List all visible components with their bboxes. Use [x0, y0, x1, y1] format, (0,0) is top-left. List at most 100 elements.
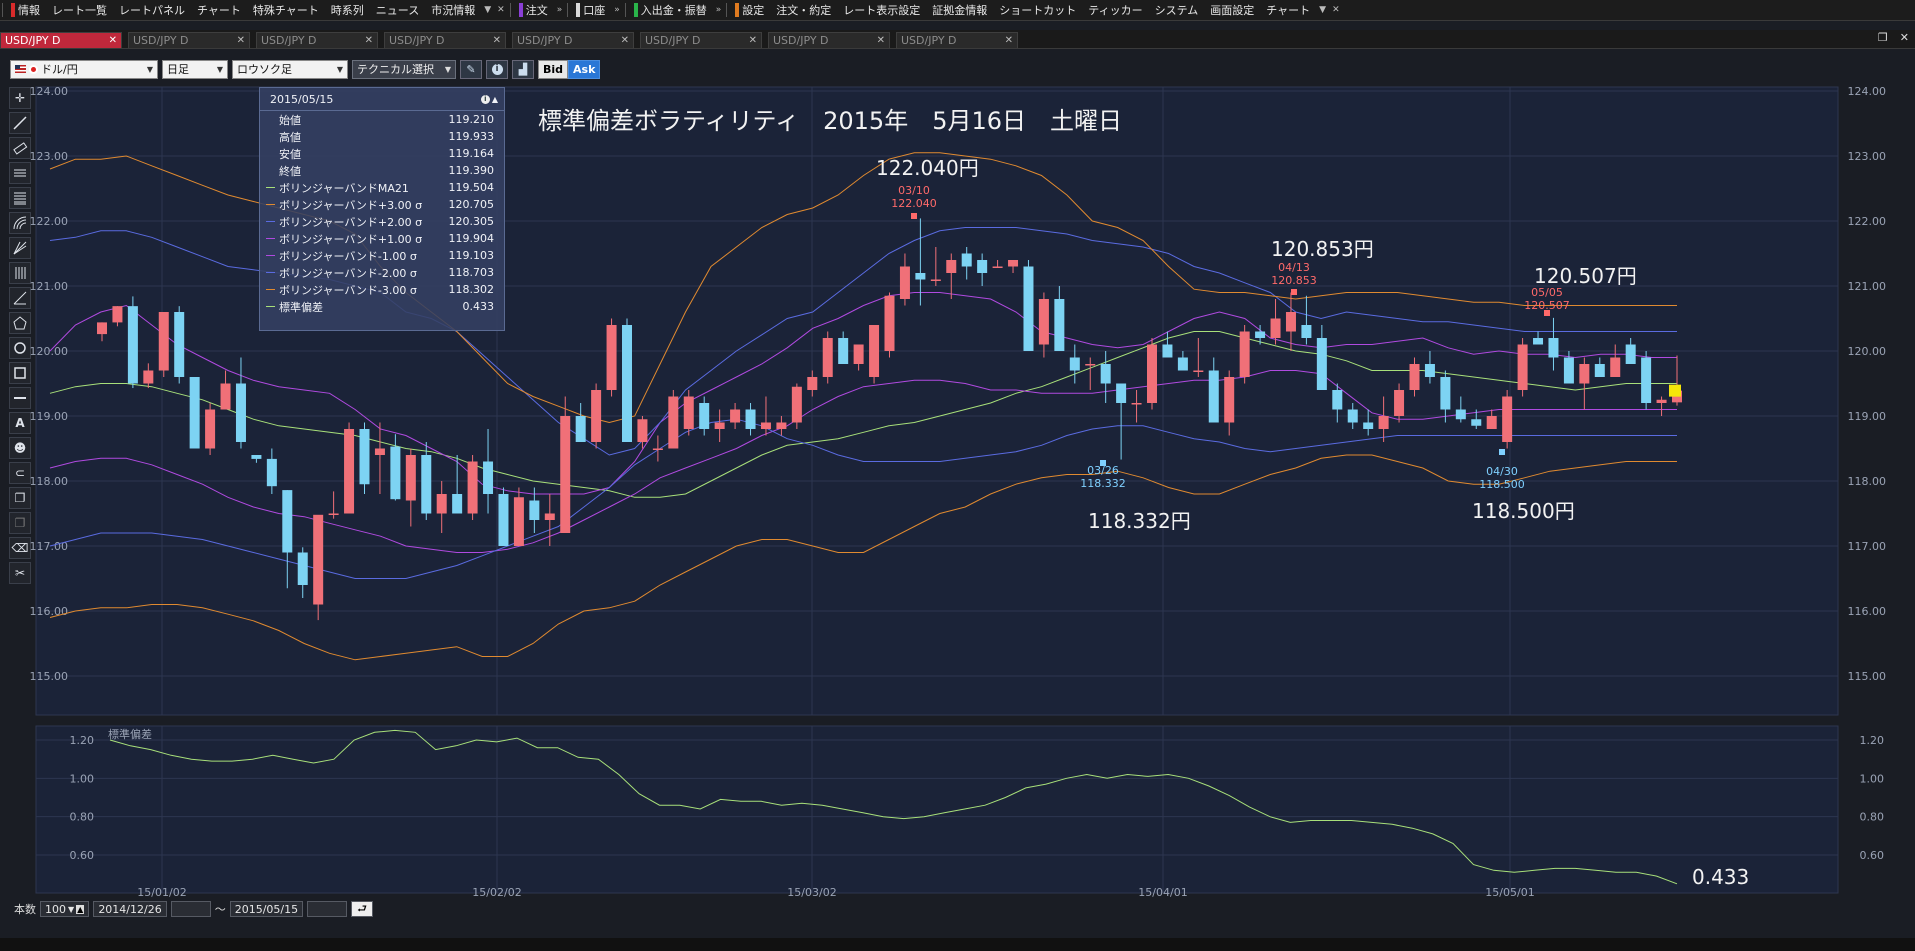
info-row-value: 119.210 [448, 113, 495, 126]
candle-body [838, 338, 849, 364]
candle-body [1270, 318, 1281, 338]
candle-body [977, 260, 988, 273]
y-tick-label-left: 116.00 [30, 605, 69, 618]
y-tick-label-right: 124.00 [1848, 85, 1887, 98]
y-tick-label-left: 117.00 [30, 540, 69, 553]
candle-body [1224, 377, 1235, 423]
candle-body [1424, 364, 1435, 377]
extreme-price-label: 118.500 [1479, 478, 1525, 491]
candle-body [869, 325, 880, 377]
candle-body [436, 494, 447, 514]
candle-body [1193, 370, 1204, 372]
ohlc-info-panel: 2015/05/15 i ▲ 始値 119.210 高値 119.933 安値 119.1… [259, 87, 505, 331]
range-separator: 〜 [214, 903, 226, 916]
series-swatch [266, 238, 275, 239]
y-tick-label-left: 118.00 [30, 475, 69, 488]
info-row-value: 119.904 [448, 232, 495, 245]
count-value: 100 [45, 902, 66, 916]
count-stepper[interactable]: 100 ▼ ▲ [40, 901, 90, 917]
candle-body [1285, 312, 1296, 332]
info-row-label: 高値 [279, 130, 301, 144]
series-swatch [266, 221, 275, 222]
info-row-label-group: ボリンジャーバンド-3.00 σ [266, 282, 417, 298]
candle-body [452, 494, 463, 514]
series-swatch [266, 187, 275, 188]
candle-body [1255, 331, 1266, 338]
candle-body [606, 325, 617, 390]
sub-y-tick-label-right: 0.60 [1860, 849, 1885, 862]
candle-body [1162, 344, 1173, 358]
sub-y-tick-label-right: 0.80 [1860, 811, 1885, 824]
candle-body [143, 370, 154, 384]
candle-body [760, 422, 771, 429]
y-tick-label-right: 120.00 [1848, 345, 1887, 358]
x-tick-label: 15/05/01 [1485, 886, 1534, 899]
candle-body [946, 260, 957, 273]
candle-body [127, 306, 138, 384]
sub-y-tick-label-right: 1.20 [1860, 734, 1885, 747]
info-row-label: 始値 [279, 113, 301, 127]
info-row-label-group: ボリンジャーバンド-1.00 σ [266, 248, 417, 264]
extreme-marker [1291, 289, 1297, 295]
info-panel-controls[interactable]: i ▲ [480, 94, 498, 104]
extreme-date-label: 04/13 [1278, 261, 1310, 274]
y-tick-label-left: 115.00 [30, 670, 69, 683]
info-row-label-group: 安値 [266, 146, 301, 162]
info-row: ボリンジャーバンド+3.00 σ 120.705 [260, 196, 504, 213]
start-time-field[interactable] [170, 901, 211, 917]
info-row-label: ボリンジャーバンド-1.00 σ [279, 249, 417, 263]
end-date-field[interactable]: 2015/05/15 [229, 901, 304, 917]
info-panel-date: 2015/05/15 [270, 92, 334, 106]
candle-body [1455, 409, 1466, 420]
candle-body [591, 390, 602, 442]
candle-body [1579, 364, 1590, 384]
candle-body [313, 514, 324, 605]
candle-body [1594, 364, 1605, 377]
candle-body [544, 513, 555, 520]
sub-y-tick-label-left: 0.80 [70, 811, 95, 824]
candle-body [807, 377, 818, 390]
candle-body [683, 396, 694, 429]
end-time-field[interactable] [307, 901, 348, 917]
candle-body [1023, 266, 1034, 351]
info-row: ボリンジャーバンドMA21 119.504 [260, 179, 504, 196]
info-row-label: ボリンジャーバンド+3.00 σ [279, 198, 423, 212]
candle-body [1208, 370, 1219, 423]
candle-body [359, 429, 370, 485]
candle-body [1502, 396, 1513, 442]
y-tick-label-left: 119.00 [30, 410, 69, 423]
collapse-icon: ▲ [491, 94, 498, 104]
series-swatch [266, 306, 275, 307]
info-row-label: 標準偏差 [279, 300, 323, 314]
candle-body [189, 377, 200, 449]
candle-body [622, 325, 632, 442]
candle-body [1409, 364, 1420, 390]
extreme-price-label: 120.507 [1524, 299, 1570, 312]
extreme-price-label: 122.040 [891, 197, 937, 210]
candle-body [158, 312, 169, 371]
last-price-marker [1669, 384, 1681, 397]
candle-body [1332, 390, 1343, 410]
y-tick-label-left: 123.00 [30, 150, 69, 163]
candle-body [791, 386, 802, 423]
candle-body [220, 383, 231, 410]
apply-range-button[interactable]: ⮐ [351, 901, 374, 917]
chart-title: 標準偏差ボラティリティ 2015年 5月16日 土曜日 [538, 107, 1122, 135]
candle-body [1239, 331, 1250, 377]
candle-body [467, 461, 478, 514]
candle-body [205, 409, 216, 449]
candle-body [961, 253, 972, 267]
info-row: 高値 119.933 [260, 128, 504, 145]
info-row: 標準偏差 0.433 [260, 298, 504, 315]
candle-body [390, 446, 401, 500]
info-row-value: 120.305 [448, 215, 495, 228]
y-tick-label-left: 124.00 [30, 85, 69, 98]
extreme-date-label: 04/30 [1486, 465, 1518, 478]
info-row-value: 119.504 [448, 181, 495, 194]
info-panel-rows: 始値 119.210 高値 119.933 安値 119.164 終値 119.390 ボリンジ… [260, 111, 504, 315]
candle-body [513, 497, 524, 546]
candle-body [899, 266, 910, 299]
info-row-value: 118.302 [448, 283, 495, 296]
start-date-field[interactable]: 2014/12/26 [93, 901, 167, 917]
y-tick-label-right: 122.00 [1848, 215, 1887, 228]
